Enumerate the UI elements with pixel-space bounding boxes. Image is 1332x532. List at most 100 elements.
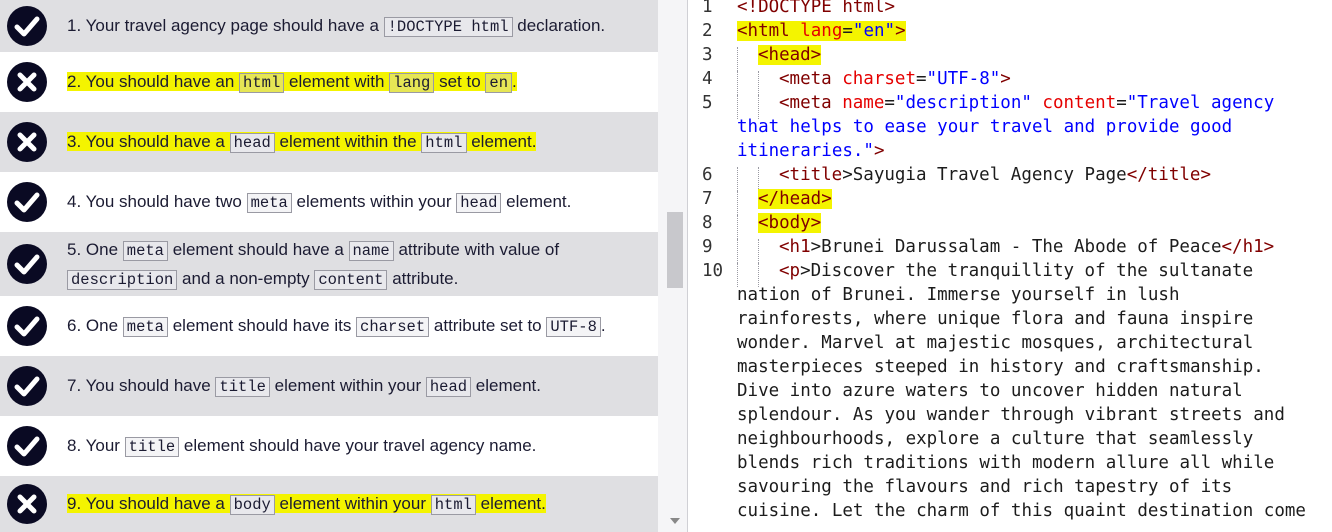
indent-guide bbox=[737, 95, 738, 119]
test-text: 5. One bbox=[67, 240, 123, 259]
code-token: "en" bbox=[852, 21, 896, 41]
test-text: 6. One bbox=[67, 316, 123, 335]
code-line[interactable]: <h1>Brunei Darussalam - The Abode of Pea… bbox=[779, 237, 1274, 257]
code-token: lang bbox=[789, 21, 843, 41]
test-text: 1. Your travel agency page should have a bbox=[67, 16, 384, 35]
code-line[interactable]: neighbourhoods, explore a culture that s… bbox=[737, 429, 1253, 449]
test-text: element should have its bbox=[167, 316, 357, 335]
line-number: 6 bbox=[702, 165, 713, 185]
code-token: <!DOCTYPE html> bbox=[737, 0, 896, 17]
test-description: 3. You should have a head element within… bbox=[67, 128, 644, 157]
test-description: 4. You should have two meta elements wit… bbox=[67, 188, 644, 217]
code-line[interactable]: <meta name="description" content="Travel… bbox=[779, 93, 1274, 113]
test-row: 4. You should have two meta elements wit… bbox=[0, 172, 658, 232]
code-line[interactable]: wonder. Marvel at majestic mosques, arch… bbox=[737, 333, 1253, 353]
line-number: 1 bbox=[702, 0, 713, 17]
test-text: 7. You should have bbox=[67, 376, 216, 395]
code-line[interactable]: blends rich traditions with modern allur… bbox=[737, 453, 1274, 473]
code-line[interactable]: <!DOCTYPE html> bbox=[737, 0, 895, 17]
code-token: content bbox=[1031, 93, 1117, 113]
code-token: "description" bbox=[894, 93, 1032, 113]
inline-code: name bbox=[348, 241, 394, 261]
code-token: </h1> bbox=[1221, 237, 1275, 257]
test-text: . bbox=[512, 72, 517, 91]
code-line[interactable]: rainforests, where unique flora and faun… bbox=[737, 309, 1253, 329]
code-token: "Travel agency bbox=[1126, 93, 1275, 113]
code-line[interactable]: that helps to ease your travel and provi… bbox=[737, 117, 1232, 137]
test-text: attribute. bbox=[387, 269, 459, 288]
code-line[interactable]: <head> bbox=[758, 45, 822, 65]
test-row: 7. You should have title element within … bbox=[0, 356, 658, 416]
indent-guide bbox=[737, 239, 738, 263]
check-icon bbox=[7, 366, 47, 406]
code-line[interactable]: nation of Brunei. Immerse yourself in lu… bbox=[737, 285, 1180, 305]
test-text: 4. You should have two bbox=[67, 192, 247, 211]
test-text: . bbox=[600, 316, 606, 335]
test-text: 8. Your bbox=[67, 436, 125, 455]
test-text: 2. You should have an bbox=[67, 72, 240, 91]
code-token: </head> bbox=[758, 189, 832, 209]
test-results-panel: 1. Your travel agency page should have a… bbox=[0, 0, 658, 532]
code-token: wonder. Marvel at majestic mosques, arch… bbox=[737, 333, 1254, 353]
test-row: 1. Your travel agency page should have a… bbox=[0, 0, 658, 52]
code-line[interactable]: <html lang="en"> bbox=[737, 21, 906, 41]
test-text: and a non-empty bbox=[177, 269, 315, 288]
inline-code: UTF-8 bbox=[546, 317, 601, 337]
code-token: > bbox=[1000, 69, 1011, 89]
test-row: 9. You should have a body element within… bbox=[0, 476, 658, 532]
indent-guide bbox=[737, 167, 738, 191]
test-row: 2. You should have an html element with … bbox=[0, 52, 658, 112]
test-description: 5. One meta element should have a name a… bbox=[67, 236, 644, 294]
line-number: 5 bbox=[702, 93, 713, 113]
inline-code: content bbox=[314, 270, 388, 290]
test-description: 8. Your title element should have your t… bbox=[67, 432, 644, 461]
scrollbar-thumb[interactable] bbox=[667, 212, 683, 288]
code-line[interactable]: Dive into azure waters to uncover hidden… bbox=[737, 381, 1243, 401]
code-token: "UTF-8" bbox=[926, 69, 1001, 89]
code-token: = bbox=[1116, 93, 1127, 113]
code-token: <p bbox=[779, 261, 801, 281]
check-icon bbox=[7, 182, 47, 222]
test-text: 9. You should have a bbox=[67, 494, 230, 513]
code-line[interactable]: <p>Discover the tranquillity of the sult… bbox=[779, 261, 1253, 281]
code-token: charset bbox=[831, 69, 916, 89]
test-text: element with bbox=[284, 72, 390, 91]
inline-code: html bbox=[421, 133, 467, 153]
code-line[interactable]: splendour. As you wander through vibrant… bbox=[737, 405, 1285, 425]
code-line[interactable]: itineraries."> bbox=[737, 141, 885, 161]
test-text: element within the bbox=[274, 132, 422, 151]
test-description: 2. You should have an html element with … bbox=[67, 68, 644, 97]
indent-guide bbox=[737, 191, 738, 215]
code-token: > bbox=[895, 21, 906, 41]
code-token: >Sayugia Travel Agency Page bbox=[842, 165, 1127, 185]
code-line[interactable]: savouring the flavours and rich tapestry… bbox=[737, 477, 1232, 497]
code-line[interactable]: masterpieces steeped in history and craf… bbox=[737, 357, 1264, 377]
test-text: elements within your bbox=[291, 192, 457, 211]
inline-code: body bbox=[229, 495, 275, 515]
test-text: attribute with value of bbox=[393, 240, 560, 259]
scroll-down-arrow-icon[interactable] bbox=[670, 518, 680, 524]
code-line[interactable]: cuisine. Let the charm of this quaint de… bbox=[737, 501, 1306, 521]
check-icon bbox=[7, 426, 47, 466]
inline-code: description bbox=[67, 270, 178, 290]
code-token: rainforests, where unique flora and faun… bbox=[737, 309, 1254, 329]
indent-guide bbox=[737, 71, 738, 95]
code-line[interactable]: <body> bbox=[758, 213, 822, 233]
line-number: 2 bbox=[702, 21, 713, 41]
code-line[interactable]: <meta charset="UTF-8"> bbox=[779, 69, 1011, 89]
line-number: 4 bbox=[702, 69, 713, 89]
indent-guide bbox=[758, 263, 759, 287]
code-token: itineraries." bbox=[737, 141, 874, 161]
line-number: 7 bbox=[702, 189, 713, 209]
code-line[interactable]: </head> bbox=[758, 189, 832, 209]
test-text: element within your bbox=[274, 494, 431, 513]
line-number: 8 bbox=[702, 213, 713, 233]
code-token: <head> bbox=[758, 45, 822, 65]
code-line[interactable]: <title>Sayugia Travel Agency Page</title… bbox=[779, 165, 1211, 185]
code-editor[interactable]: 1 <!DOCTYPE html> 2 <html lang="en"> 3 <head>… bbox=[688, 0, 1332, 532]
inline-code: title bbox=[124, 437, 180, 457]
code-token: masterpieces steeped in history and craf… bbox=[737, 357, 1264, 377]
line-number: 3 bbox=[702, 45, 713, 65]
line-number: 9 bbox=[702, 237, 713, 257]
code-token: savouring the flavours and rich tapestry… bbox=[737, 477, 1233, 497]
